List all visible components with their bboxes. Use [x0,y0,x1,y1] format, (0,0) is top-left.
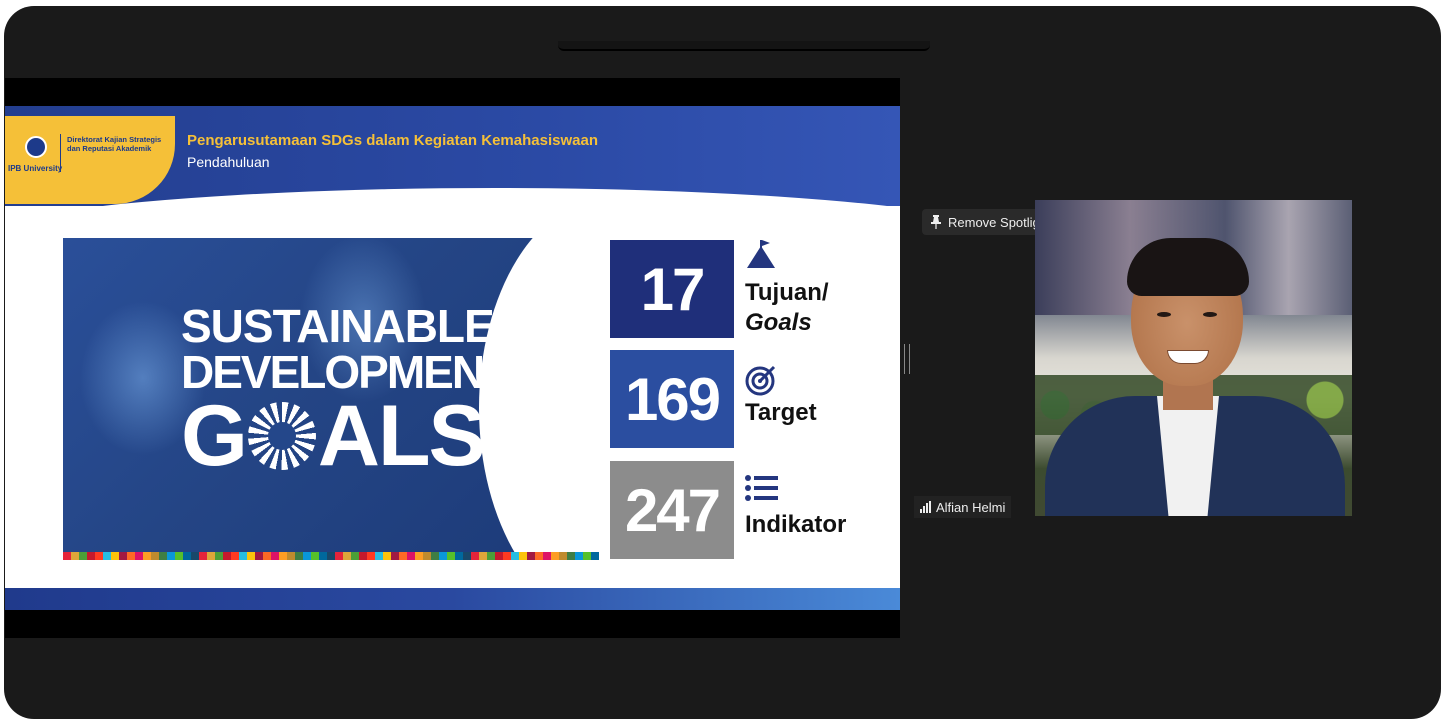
sdg-color-strip [63,552,599,560]
slide-title: Pengarusutamaan SDGs dalam Kegiatan Kema… [187,132,598,149]
participant-name: Alfian Helmi [936,499,1006,515]
logo-university-name: IPB University [8,164,63,173]
meeting-window: IPB University Direktorat Kajian Strateg… [4,6,1441,719]
sdg-wordmark: SUSTAINABLE DEVELOPMENT G ALS [181,300,511,479]
participant-eye-right [1203,312,1217,317]
sdg-goals-g: G [181,388,248,484]
stat-goals-label-2: Goals [745,309,812,336]
mountain-flag-icon [745,238,777,277]
screen-share-area: IPB University Direktorat Kajian Strateg… [5,78,900,638]
slide-footer [5,588,900,610]
list-icon [745,474,779,509]
participant-video-tile[interactable] [1035,200,1352,516]
university-emblem-icon [25,136,47,158]
sdg-line-1: SUSTAINABLE [181,300,495,352]
stat-target-label: Target [745,399,817,426]
sdg-goals-als: ALS [317,388,486,484]
sdg-wheel-icon [247,402,316,470]
presentation-slide: IPB University Direktorat Kajian Strateg… [5,106,900,610]
window-notch [558,41,930,51]
participant-name-tag: Alfian Helmi [914,496,1012,518]
stat-indicator-label: Indikator [745,511,847,538]
university-logo: IPB University Direktorat Kajian Strateg… [5,116,175,204]
participant-eye-left [1157,312,1171,317]
stat-target-number: 169 [610,350,734,448]
stat-goals-label-1: Tujuan/ [745,279,829,306]
sdg-goals-word: G ALS [181,393,509,479]
panel-resize-handle[interactable] [904,344,910,374]
participant-hair [1127,238,1249,296]
pin-icon [930,215,942,229]
stat-goals-label: Tujuan/ Goals [745,278,829,338]
stat-goals-number: 17 [610,240,734,338]
logo-directorate-name: Direktorat Kajian Strategis dan Reputasi… [67,135,162,153]
signal-strength-icon [920,501,931,513]
sdg-banner-image: SUSTAINABLE DEVELOPMENT G ALS [63,238,599,560]
slide-subtitle: Pendahuluan [187,154,270,170]
stat-indicator-number: 247 [610,461,734,559]
logo-divider [60,134,61,172]
